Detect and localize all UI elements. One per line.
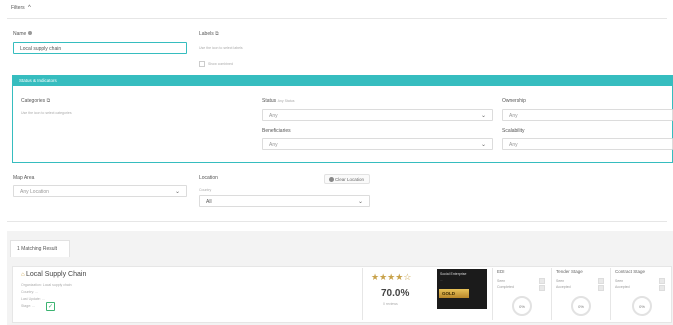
chevron-down-icon: ⌄ — [480, 113, 486, 119]
stage-indicator-box — [539, 278, 545, 284]
info-icon — [27, 31, 32, 35]
chevron-up-icon: ^ — [28, 5, 31, 11]
categories-label: Categories ⧉ — [21, 98, 51, 104]
filters-toggle[interactable]: Filters ^ — [11, 5, 31, 11]
stage-tender: Tender Stage Seen Accepted 0% — [556, 269, 606, 319]
location-label: Location — [199, 175, 218, 181]
beneficiaries-select[interactable]: Any ⌄ — [262, 138, 493, 150]
country-label: Country — [199, 188, 212, 192]
filters-divider — [7, 18, 667, 19]
result-title[interactable]: ⌂ Local Supply Chain — [21, 271, 86, 278]
status-label: Status Any Status — [262, 98, 295, 104]
stage-progress-ring: 0% — [512, 296, 532, 316]
stage-progress-ring: 0% — [632, 296, 652, 316]
stage-indicator-box — [659, 278, 665, 284]
ownership-label: Ownership — [502, 98, 526, 104]
stage-progress-ring: 0% — [571, 296, 591, 316]
star-empty-icon: ☆ — [403, 272, 412, 282]
score-value: 70.0% — [381, 288, 410, 299]
show-combined-label: Show combined — [208, 62, 233, 66]
tab-matching-results[interactable]: 1 Matching Result — [10, 240, 70, 257]
name-input[interactable]: Local supply chain — [13, 42, 187, 54]
score-sub: 0 reviews — [383, 302, 398, 306]
stage-indicator-box — [539, 285, 545, 291]
card-separator — [610, 268, 611, 320]
status-indicators-header[interactable]: Status & Indicators — [13, 76, 672, 86]
scalability-select[interactable]: Any — [502, 138, 673, 150]
labels-label: Labels ⧉ — [199, 31, 219, 37]
external-link-icon: ⧉ — [215, 31, 219, 37]
chevron-down-icon: ⌄ — [357, 199, 363, 205]
rating-stars: ★★★★☆ — [371, 273, 411, 282]
organization-icon: ⌂ — [21, 272, 25, 278]
stage-contract: Contract Stage Seen Accepted 0% — [615, 269, 665, 319]
location-divider — [7, 221, 667, 222]
result-meta-1: Organization: Local supply chain — [21, 283, 72, 287]
star-filled-icon: ★ — [371, 272, 380, 282]
stage-indicator-box — [598, 285, 604, 291]
map-area-select[interactable]: Any Location ⌄ — [13, 185, 187, 197]
filters-title: Filters — [11, 5, 25, 11]
stage-indicator-box — [598, 278, 604, 284]
status-select[interactable]: Any ⌄ — [262, 109, 493, 121]
card-separator — [362, 268, 363, 320]
status-indicators-header-text: Status & Indicators — [19, 78, 57, 83]
result-meta-4: Stage: ... — [21, 304, 36, 308]
clear-location-button[interactable]: Clear Location — [324, 174, 370, 184]
name-label: Name — [13, 31, 32, 37]
beneficiaries-label: Beneficiaries — [262, 128, 291, 134]
labels-hint: Use the icon to select labels — [199, 46, 243, 50]
categories-hint: Use the icon to select categories — [21, 111, 72, 115]
chevron-down-icon: ⌄ — [174, 189, 180, 195]
name-input-value: Local supply chain — [20, 46, 62, 52]
gold-tier-bar: GOLD — [439, 289, 469, 298]
card-separator — [492, 268, 493, 320]
result-meta-2: Country: ... — [21, 290, 39, 294]
star-filled-icon: ★ — [379, 272, 388, 282]
show-combined-checkbox[interactable] — [199, 61, 205, 67]
scalability-label: Scalability — [502, 128, 525, 134]
external-link-icon: ⧉ — [46, 98, 51, 104]
stage-edi: EDI Seen Completed 0% — [497, 269, 547, 319]
country-select[interactable]: All ⌄ — [199, 195, 370, 207]
gold-badge: Social Enterprise ... GOLD — [437, 269, 487, 309]
map-area-label: Map Area — [13, 175, 35, 181]
card-separator — [551, 268, 552, 320]
result-meta-3: Last Update: ... — [21, 297, 45, 301]
stage-indicator-box — [659, 285, 665, 291]
ownership-select[interactable]: Any — [502, 109, 673, 121]
chevron-down-icon: ⌄ — [480, 142, 486, 148]
verified-check-icon: ✓ — [46, 302, 55, 311]
clear-icon — [329, 177, 334, 182]
